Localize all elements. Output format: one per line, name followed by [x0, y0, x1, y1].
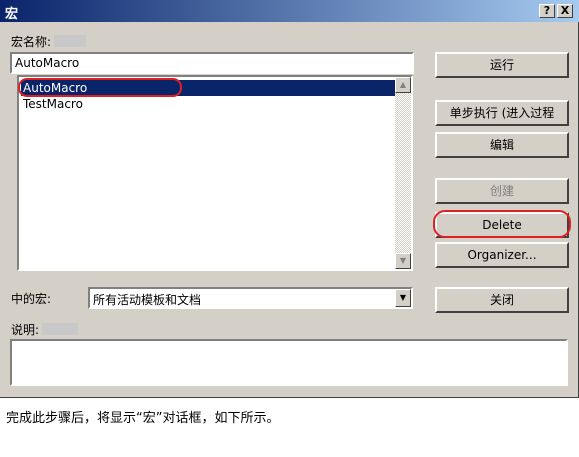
caption-text: 完成此步骤后，将显示“宏”对话框，如下所示。 [6, 411, 280, 426]
list-item-testmacro[interactable]: TestMacro [21, 96, 397, 112]
macro-name-value: AutoMacro [15, 56, 80, 70]
macros-in-label: 中的宏: [11, 292, 52, 306]
edit-button[interactable]: 编辑 [435, 132, 569, 158]
blurred-text [54, 35, 86, 47]
macros-in-select[interactable]: 所有活动模板和文档 ▼ [88, 287, 413, 309]
macro-name-field[interactable]: AutoMacro [10, 52, 414, 74]
close-window-button[interactable]: X [557, 4, 573, 18]
scroll-down-icon[interactable]: ▼ [395, 253, 411, 269]
chevron-down-icon[interactable]: ▼ [395, 289, 411, 307]
blurred-text [42, 323, 78, 335]
highlight-automacro [18, 78, 182, 97]
description-field[interactable] [10, 339, 568, 386]
macros-in-value: 所有活动模板和文档 [93, 293, 202, 307]
create-button[interactable]: 创建 [435, 178, 569, 204]
list-scrollbar[interactable]: ▲ ▼ [395, 77, 411, 269]
window-title: 宏 [5, 7, 19, 22]
highlight-delete [433, 210, 571, 238]
run-button[interactable]: 运行 [435, 52, 569, 78]
description-label: 说明: [11, 323, 40, 337]
close-button[interactable]: 关闭 [435, 287, 569, 313]
organizer-button[interactable]: Organizer... [435, 242, 569, 268]
help-button[interactable]: ? [539, 4, 555, 18]
title-bar: 宏 ? X [0, 0, 579, 22]
macro-list[interactable]: AutoMacro TestMacro ▲ ▼ [17, 75, 413, 271]
macro-name-label: 宏名称: [11, 35, 52, 49]
scroll-up-icon[interactable]: ▲ [395, 77, 411, 93]
step-into-button[interactable]: 单步执行 (进入过程 [435, 100, 569, 126]
macro-dialog: 宏 ? X 宏名称: AutoMacro AutoMacro TestMacro… [0, 0, 579, 398]
